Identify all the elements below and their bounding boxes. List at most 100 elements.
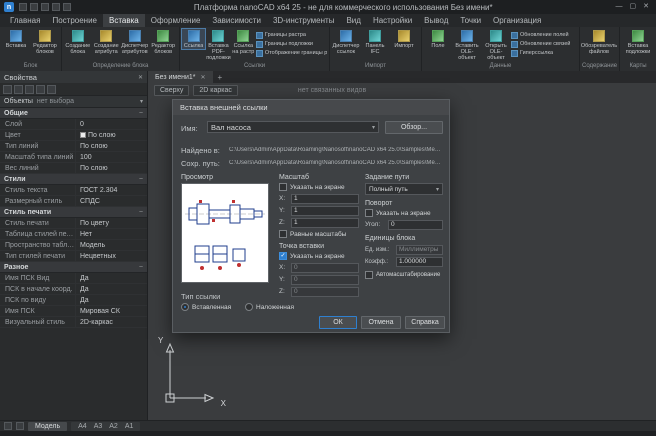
block-editor-button[interactable]: Редактор блоков (31, 29, 59, 55)
tab-close-icon[interactable]: ✕ (201, 74, 206, 81)
tab-vyvod[interactable]: Вывод (418, 14, 454, 27)
import-button[interactable]: Импорт (390, 29, 418, 49)
attach-raster-button[interactable]: Ссылка на растр (232, 29, 255, 55)
raster-borders-toggle[interactable]: Границы растра (256, 32, 327, 39)
block-editor2-button[interactable]: Редактор блоков (150, 29, 178, 55)
factor-input[interactable] (396, 257, 443, 267)
help-button[interactable]: Справка (405, 316, 445, 329)
attach-pdf-button[interactable]: Вставка PDF-подложки (206, 29, 231, 61)
update-links-button[interactable]: Обновление связей (511, 41, 570, 48)
select-objects-icon[interactable] (14, 85, 23, 94)
minimize-button[interactable]: — (616, 1, 623, 13)
open-file-icon[interactable] (30, 3, 38, 11)
property-row-ucsperview[interactable]: ПСК по виду Да (0, 295, 147, 306)
scale-y-input[interactable] (291, 206, 359, 216)
property-row-visualstyle[interactable]: Визуальный стиль 2D-каркас (0, 317, 147, 328)
close-button[interactable]: ✕ (643, 1, 649, 13)
equal-scales-checkbox[interactable]: Равные масштабы (279, 230, 359, 238)
show-raster-border-toggle[interactable]: Отображение границы растра (256, 50, 327, 57)
insertion-onscreen-checkbox[interactable]: ✓ Указать на экране (279, 252, 359, 260)
view-direction-button[interactable]: Сверху (154, 85, 189, 96)
underlay-borders-toggle[interactable]: Границы подложки (256, 41, 327, 48)
tab-oformlenie[interactable]: Оформление (145, 14, 207, 27)
undo-icon[interactable] (52, 3, 60, 11)
section-misc[interactable]: Разное − (0, 262, 147, 273)
property-row-color[interactable]: Цвет По слою (0, 130, 147, 141)
property-row-textstyle[interactable]: Стиль текста ГОСТ 2.304 (0, 185, 147, 196)
scale-x-input[interactable] (291, 194, 359, 204)
rotation-onscreen-checkbox[interactable]: Указать на экране (365, 209, 443, 217)
ifc-panel-button[interactable]: Панель IFC (361, 29, 389, 55)
collapse-icon[interactable]: − (139, 264, 143, 271)
layout-tab-a4[interactable]: А4 (78, 423, 87, 430)
property-row-ltscale[interactable]: Масштаб типа линий 100 (0, 152, 147, 163)
visual-style-button[interactable]: 2D каркас (193, 85, 238, 96)
property-row-plottype[interactable]: Тип стилей печати Нецветных (0, 251, 147, 262)
tab-zavisimosti[interactable]: Зависимости (206, 14, 267, 27)
save-icon[interactable] (41, 3, 49, 11)
toggle-pickadd-icon[interactable] (25, 85, 34, 94)
create-block-button[interactable]: Создание блока (64, 29, 92, 55)
ref-overlay-radio[interactable]: Наложенная (245, 303, 294, 311)
attach-xref-button[interactable]: Ссылка (182, 29, 205, 49)
collapse-icon[interactable]: − (139, 110, 143, 117)
property-row-dimstyle[interactable]: Размерный стиль СПДС (0, 196, 147, 207)
section-general[interactable]: Общие − (0, 108, 147, 119)
tab-3d-instrumenty[interactable]: 3D-инструменты (267, 14, 341, 27)
tab-vstavka[interactable]: Вставка (103, 14, 145, 27)
angle-input[interactable] (388, 220, 443, 230)
cancel-button[interactable]: Отмена (361, 316, 401, 329)
tab-nastroyki[interactable]: Настройки (367, 14, 418, 27)
insert-underlay-button[interactable]: Вставка подложки (622, 29, 654, 55)
xref-name-combobox[interactable]: Вал насоса ▾ (207, 121, 379, 133)
file-explorer-button[interactable]: Обозреватель файлов (582, 29, 616, 55)
section-plotstyle[interactable]: Стиль печати − (0, 207, 147, 218)
collapse-icon[interactable]: − (139, 176, 143, 183)
property-row-lineweight[interactable]: Вес линий По слою (0, 163, 147, 174)
quick-select-icon[interactable] (3, 85, 12, 94)
field-button[interactable]: Поле (424, 29, 452, 49)
update-fields-button[interactable]: Обновление полей (511, 32, 570, 39)
collapse-icon[interactable]: − (139, 209, 143, 216)
section-styles[interactable]: Стили − (0, 174, 147, 185)
ref-attached-radio[interactable]: Вставленная (181, 303, 231, 311)
copy-properties-icon[interactable] (36, 85, 45, 94)
layout-list-icon[interactable] (16, 422, 24, 430)
property-row-ucsname[interactable]: Имя ПСК Мировая СК (0, 306, 147, 317)
property-row-plotstyle[interactable]: Стиль печати По цвету (0, 218, 147, 229)
model-tab[interactable]: Модель (28, 422, 67, 431)
scale-z-input[interactable] (291, 218, 359, 228)
hyperlink-button[interactable]: Гиперссылка (511, 50, 570, 57)
layout-tab-a1[interactable]: А1 (125, 423, 134, 430)
document-tab[interactable]: Без имени1* ✕ (148, 71, 213, 83)
panel-settings-icon[interactable] (47, 85, 56, 94)
property-row-plotspace[interactable]: Пространство табли... Модель (0, 240, 147, 251)
new-tab-icon[interactable]: + (213, 71, 228, 83)
create-attribute-button[interactable]: Создание атрибута (93, 29, 121, 55)
property-row-linetype[interactable]: Тип линий По слою (0, 141, 147, 152)
insert-block-button[interactable]: Вставка (2, 29, 30, 49)
maximize-button[interactable]: ▢ (630, 1, 637, 13)
property-row-plottable[interactable]: Таблица стилей печати Нет (0, 229, 147, 240)
property-row-ucsview[interactable]: Имя ПСК Вид Да (0, 273, 147, 284)
panel-close-icon[interactable]: ✕ (138, 74, 143, 81)
layout-tab-a3[interactable]: А3 (94, 423, 103, 430)
insert-ole-button[interactable]: Вставить OLE-объект (453, 29, 481, 61)
ok-button[interactable]: ОК (319, 316, 357, 329)
object-selector[interactable]: Объекты нет выбора ▾ (0, 96, 147, 108)
xref-manager-button[interactable]: Диспетчер ссылок (332, 29, 360, 55)
redo-icon[interactable] (63, 3, 71, 11)
tab-organizatsiya[interactable]: Организация (487, 14, 547, 27)
new-file-icon[interactable] (19, 3, 27, 11)
layout-tab-a2[interactable]: А2 (109, 423, 118, 430)
open-ole-button[interactable]: Открыть OLE-объект (482, 29, 510, 61)
property-row-ucsorigin[interactable]: ПСК в начале коорд. Да (0, 284, 147, 295)
tab-glavnaya[interactable]: Главная (4, 14, 46, 27)
dialog-titlebar[interactable]: Вставка внешней ссылки (173, 100, 449, 115)
model-space-icon[interactable] (4, 422, 12, 430)
tab-tochki[interactable]: Точки (454, 14, 487, 27)
scale-onscreen-checkbox[interactable]: Указать на экране (279, 183, 359, 191)
browse-button[interactable]: Обзор... (385, 121, 443, 134)
path-type-combobox[interactable]: Полный путь ▾ (365, 183, 443, 195)
tab-vid[interactable]: Вид (340, 14, 366, 27)
